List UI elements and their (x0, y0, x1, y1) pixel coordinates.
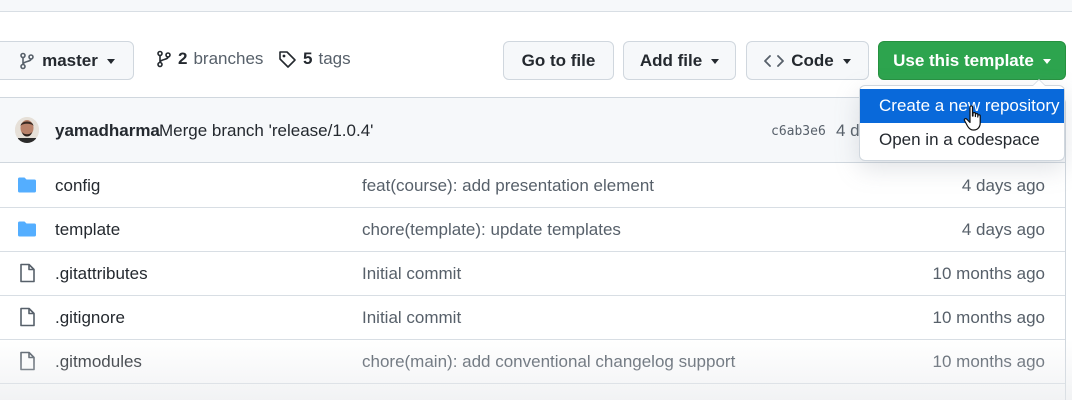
file-commit-message[interactable]: chore(main): add conventional changelog … (362, 352, 735, 372)
use-template-label: Use this template (893, 50, 1034, 70)
template-dropdown-menu: Create a new repository Open in a codesp… (859, 79, 1065, 161)
file-commit-message[interactable]: feat(course): add presentation element (362, 176, 654, 196)
avatar[interactable] (15, 117, 39, 143)
folder-icon (18, 177, 36, 193)
tags-label: tags (318, 49, 351, 68)
git-branch-icon (20, 52, 34, 69)
table-row[interactable]: .gitmodules chore(main): add conventiona… (0, 340, 1065, 384)
tag-icon (279, 50, 296, 68)
tags-link[interactable]: 5 tags (278, 49, 351, 69)
code-button[interactable]: Code (746, 41, 869, 80)
file-age: 4 days ago (961, 176, 1045, 195)
file-commit-message[interactable]: Initial commit (362, 264, 461, 284)
file-name[interactable]: template (55, 220, 120, 240)
table-row[interactable]: .gitattributes Initial commit 10 months … (0, 252, 1065, 296)
commit-sha[interactable]: c6ab3e6 (771, 124, 826, 139)
add-file-label: Add file (639, 50, 703, 70)
file-icon (20, 263, 35, 283)
branch-select-button[interactable]: master (0, 41, 134, 80)
hand-cursor-icon (963, 105, 981, 131)
table-row[interactable]: config feat(course): add presentation el… (0, 164, 1065, 208)
tags-count: 5 (303, 49, 313, 68)
menu-item-create-repository[interactable]: Create a new repository (860, 89, 1064, 123)
commit-message[interactable]: Merge branch 'release/1.0.4' (159, 121, 373, 141)
file-icon (20, 307, 35, 327)
top-border (0, 0, 1072, 12)
branches-count: 2 (178, 49, 188, 68)
file-age: 4 days ago (961, 220, 1045, 239)
file-name[interactable]: .gitignore (55, 308, 125, 328)
go-to-file-button[interactable]: Go to file (503, 41, 614, 80)
file-name[interactable]: .gitmodules (55, 352, 142, 372)
file-icon (20, 351, 35, 371)
add-file-button[interactable]: Add file (623, 41, 736, 80)
code-label: Code (791, 50, 834, 70)
menu-item-open-codespace[interactable]: Open in a codespace (860, 123, 1064, 157)
branches-link[interactable]: 2 branches (156, 49, 263, 69)
table-row[interactable]: template chore(template): update templat… (0, 208, 1065, 252)
commit-author[interactable]: yamadharma (55, 121, 160, 141)
branches-label: branches (193, 49, 264, 68)
chevron-down-icon (1042, 59, 1051, 64)
folder-icon (18, 221, 36, 237)
chevron-down-icon (711, 59, 720, 64)
file-age: 10 months ago (932, 308, 1045, 327)
use-template-button[interactable]: Use this template (878, 41, 1066, 80)
chevron-down-icon (106, 59, 115, 64)
file-commit-message[interactable]: chore(template): update templates (362, 220, 621, 240)
go-to-file-label: Go to file (521, 50, 596, 70)
code-icon (764, 54, 785, 67)
git-branch-icon (157, 50, 171, 68)
file-age: 10 months ago (932, 264, 1045, 283)
branch-name: master (42, 50, 98, 70)
file-name[interactable]: config (55, 176, 100, 196)
chevron-down-icon (842, 59, 851, 64)
table-row[interactable]: .gitignore Initial commit 10 months ago (0, 296, 1065, 340)
commit-age: 4 d (836, 121, 860, 140)
file-age: 10 months ago (932, 352, 1045, 371)
file-name[interactable]: .gitattributes (55, 264, 148, 284)
file-commit-message[interactable]: Initial commit (362, 308, 461, 328)
